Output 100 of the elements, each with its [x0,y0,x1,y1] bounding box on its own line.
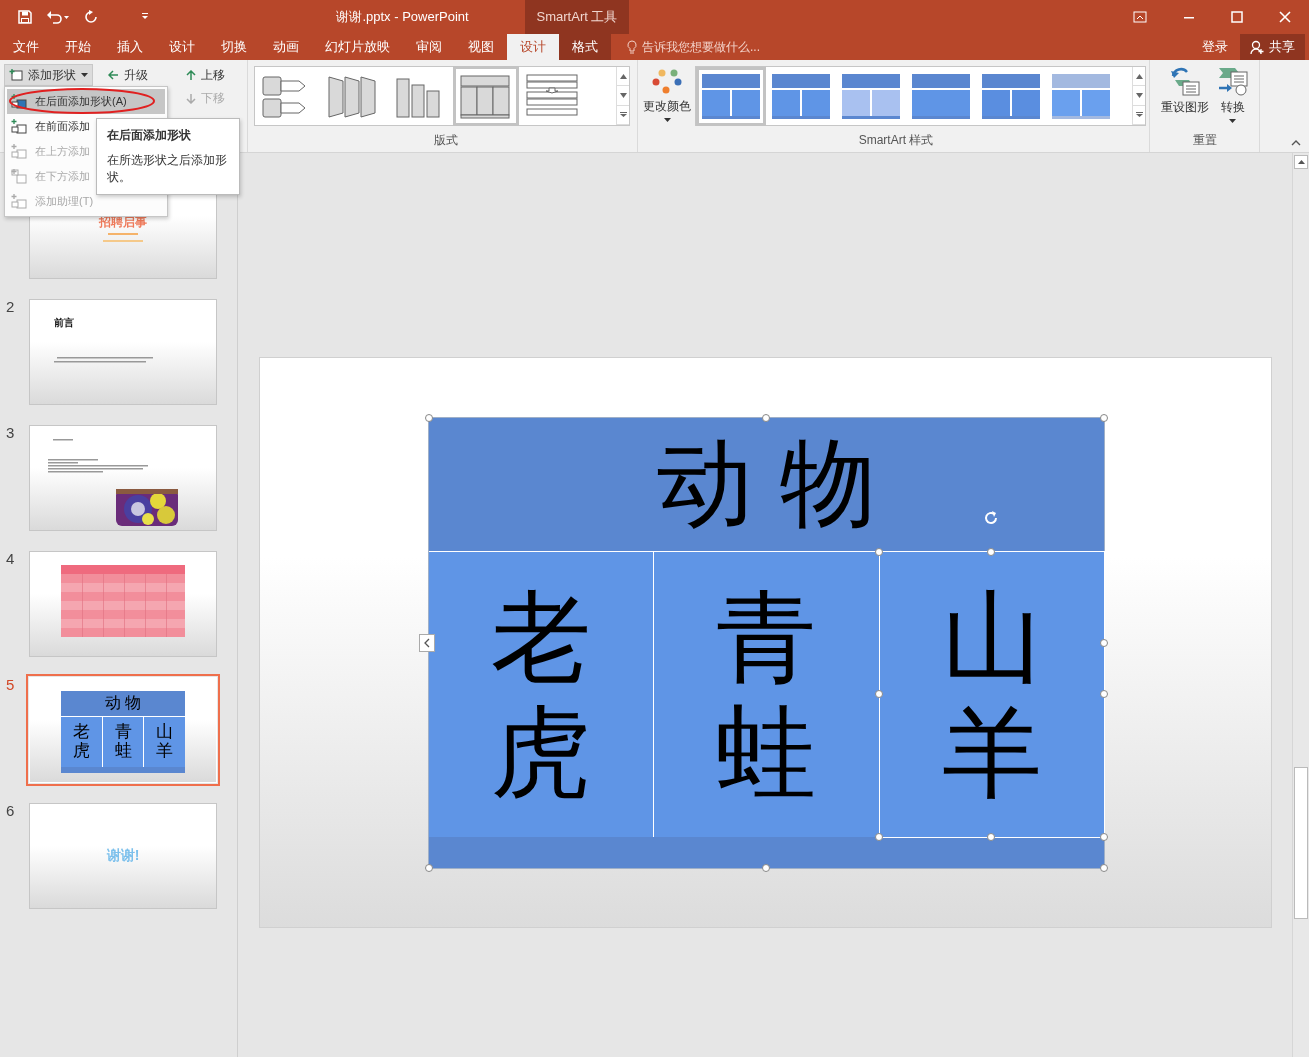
selection-handle[interactable] [1100,864,1108,872]
style-thumbnail-drawing [1052,73,1110,119]
smartart-cell: 山羊 [144,717,185,767]
maximize-icon[interactable] [1231,11,1243,23]
context-tab-group: SmartArt 工具 [525,0,629,34]
smartart-cell[interactable]: 山羊 [879,552,1104,837]
add-shape-icon [11,168,27,185]
scrollbar-thumb[interactable] [1294,767,1308,919]
layout-thumbnail-drawing [525,73,579,119]
redo-icon[interactable] [84,10,98,24]
ribbon-button[interactable]: 升级 [108,65,148,85]
add-shape-icon [11,93,27,110]
selection-handle[interactable] [1100,414,1108,422]
expand-icon [619,112,627,118]
ribbon-tab[interactable]: 设计 [156,34,208,60]
expand-icon [1135,112,1143,118]
ribbon-tab[interactable]: 切换 [208,34,260,60]
selection-handle[interactable] [1100,690,1108,698]
change-colors-button[interactable]: 更改颜色 [643,65,695,122]
down-arrow-icon [186,92,196,104]
style-thumbnail-drawing [772,73,830,119]
color-dots-icon [652,69,682,95]
share-button[interactable]: 共享 [1240,34,1305,60]
chevron-left-icon [424,638,430,648]
selection-handle[interactable] [875,548,883,556]
slide-number: 2 [6,298,15,315]
ribbon-button[interactable]: 上移 [186,65,225,85]
up-arrow-icon [186,69,196,81]
selection-handle[interactable] [987,833,995,841]
slide-thumbnail[interactable]: 前言 [29,299,217,405]
caret-icon [619,93,627,98]
convert-icon [1216,66,1249,96]
sign-in-link[interactable]: 登录 [1202,34,1228,60]
group-label: SmartArt 样式 [857,132,935,149]
save-icon[interactable] [18,10,32,24]
group-label: 版式 [432,132,459,149]
add-shape-icon [9,69,23,81]
style-thumbnail-drawing [982,73,1040,119]
ribbon-tab[interactable]: 格式 [559,34,611,60]
slide-thumbnail[interactable] [29,551,217,657]
lightbulb-icon [627,40,637,54]
selection-handle[interactable] [1100,833,1108,841]
scroll-up-button[interactable] [1294,155,1308,169]
ribbon-button[interactable]: 转换 [1212,66,1253,123]
ribbon-tab[interactable]: 幻灯片放映 [312,34,403,60]
tell-me-field[interactable]: 告诉我您想要做什么... [642,38,760,56]
selection-handle[interactable] [875,833,883,841]
up-caret-icon [619,73,627,79]
slide-number: 3 [6,424,15,441]
window-title: 谢谢.pptx - PowerPoint [335,8,470,26]
add-shape-icon [11,118,27,135]
smartart-cell[interactable]: 青蛙 [654,552,880,837]
smartart-cell: 老虎 [61,717,102,767]
style-thumbnail-drawing [702,73,760,119]
up-caret-icon [1297,160,1305,164]
ribbon-tab[interactable]: 视图 [455,34,507,60]
add-shape-button[interactable]: 添加形状 [4,64,93,86]
selection-handle[interactable] [425,414,433,422]
tooltip-title: 在后面添加形状 [107,127,192,144]
person-add-icon [1250,39,1265,55]
slide-number: 5 [6,676,15,693]
smartart-graphic[interactable]: 动 物 老虎 青蛙 山羊 [429,418,1104,868]
text-pane-button[interactable] [419,634,435,652]
smartart-cell[interactable]: 老虎 [429,552,655,837]
collapse-ribbon-icon[interactable] [1291,140,1301,146]
undo-icon[interactable] [46,10,70,24]
smartart-cell: 青蛙 [102,717,144,767]
selection-handle[interactable] [875,690,883,698]
left-arrow-icon [108,70,119,80]
selection-handle[interactable] [987,548,995,556]
slide-thumbnail[interactable]: 动 物 老虎 青蛙 山羊 [29,677,217,783]
slide-thumbnail[interactable] [29,425,217,531]
slide-title: 招聘启事 [99,214,147,231]
ribbon-button[interactable]: 重设图形 [1156,66,1213,116]
style-thumbnail-drawing [842,73,900,119]
smartart-header: 动 物 [103,693,143,713]
ribbon-tab[interactable]: 文件 [0,34,52,60]
close-icon[interactable] [1279,11,1291,23]
up-caret-icon [1135,73,1143,79]
caret-icon [663,118,671,122]
caret-icon [81,73,88,77]
add-shape-icon [11,143,27,160]
ribbon-tab[interactable]: 插入 [104,34,156,60]
slide-title: 谢谢! [106,847,140,865]
selection-handle[interactable] [762,864,770,872]
layout-option[interactable] [453,66,519,126]
style-option[interactable] [696,66,766,126]
group-label: 重置 [1191,132,1218,149]
ribbon-tab[interactable]: 开始 [52,34,104,60]
slide-number: 6 [6,802,15,819]
reset-graphic-icon [1168,66,1201,96]
ribbon-tab[interactable]: 动画 [260,34,312,60]
ribbon-tab[interactable]: 审阅 [403,34,455,60]
selection-handle[interactable] [425,864,433,872]
caret-icon [1135,93,1143,98]
ribbon-display-icon[interactable] [1133,11,1147,23]
selection-handle[interactable] [1100,639,1108,647]
selection-handle[interactable] [762,414,770,422]
ribbon-tab[interactable]: 设计 [507,34,559,60]
slide-number: 4 [6,550,15,567]
